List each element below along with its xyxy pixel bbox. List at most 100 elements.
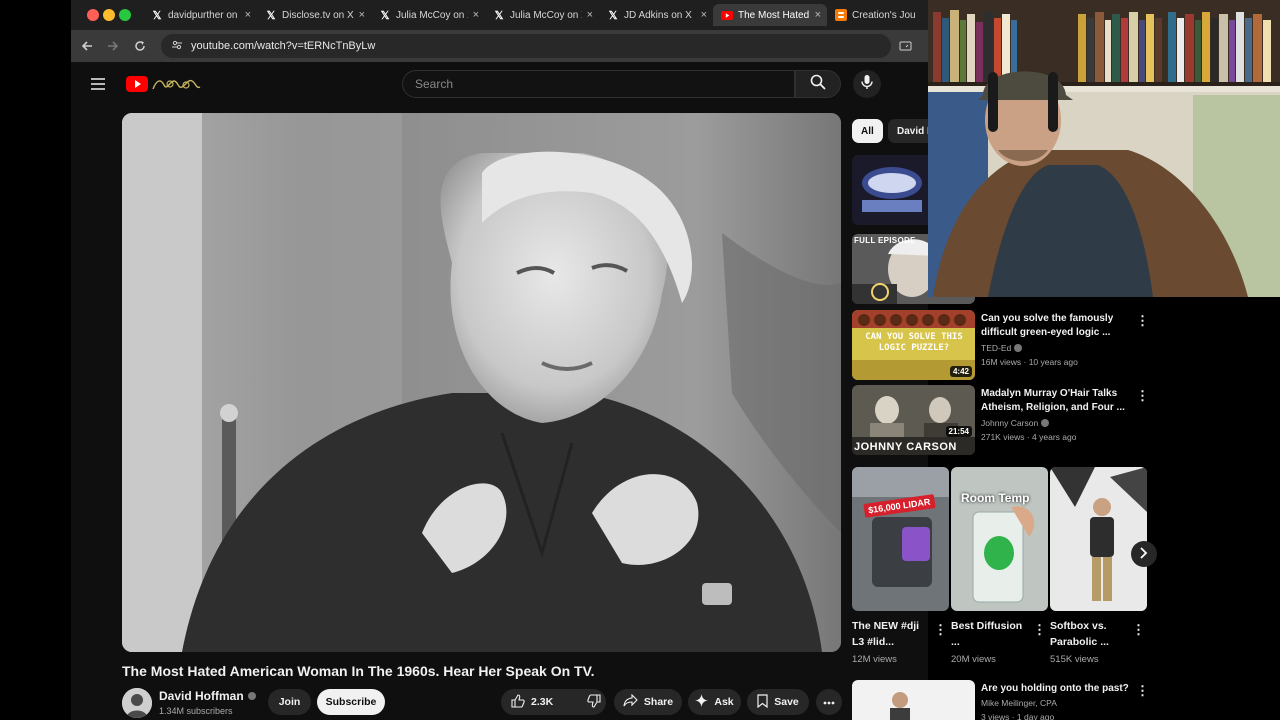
close-tab-icon[interactable]: × bbox=[245, 9, 251, 21]
short-title[interactable]: Best Diffusion ... bbox=[951, 618, 1029, 650]
recommendation-channel[interactable]: TED-Ed bbox=[981, 343, 1023, 353]
microphone-icon bbox=[861, 74, 873, 95]
short-item[interactable]: Softbox vs. Parabolic ... 515K views ⋮ bbox=[1050, 467, 1147, 672]
save-button[interactable]: Save bbox=[747, 689, 809, 715]
close-window-button[interactable] bbox=[87, 9, 99, 21]
close-tab-icon[interactable]: × bbox=[473, 9, 479, 21]
subscriber-count: 1.34M subscribers bbox=[159, 706, 233, 716]
more-options-icon[interactable]: ⋮ bbox=[934, 622, 947, 638]
browser-tab[interactable]: 𝕏 Julia McCoy on X × bbox=[485, 4, 599, 26]
more-options-icon[interactable]: ⋮ bbox=[1132, 622, 1145, 638]
search-input[interactable]: Search bbox=[402, 70, 795, 98]
search-button[interactable] bbox=[795, 70, 841, 98]
recommendation-item[interactable]: CAN YOU SOLVE THIS LOGIC PUZZLE? 4:42 Ca… bbox=[852, 310, 1162, 380]
more-options-icon[interactable]: ⋮ bbox=[1136, 312, 1149, 330]
url-text: youtube.com/watch?v=tERNcTnByLw bbox=[191, 40, 376, 52]
channel-avatar[interactable] bbox=[122, 688, 152, 718]
more-options-icon[interactable]: ⋮ bbox=[1033, 622, 1046, 638]
x-logo-icon: 𝕏 bbox=[608, 9, 618, 22]
minimize-window-button[interactable] bbox=[103, 9, 115, 21]
browser-tab[interactable]: Creation's Jou bbox=[827, 4, 928, 26]
recommendation-title[interactable]: Can you solve the famously difficult gre… bbox=[981, 312, 1129, 340]
short-thumbnail[interactable]: $16,000 LIDAR bbox=[852, 467, 949, 611]
recommendation-meta: 3 views · 1 day ago bbox=[981, 712, 1055, 720]
recommendation-title[interactable]: Madalyn Murray O'Hair Talks Atheism, Rel… bbox=[981, 387, 1129, 415]
recommendation-title[interactable]: Are you holding onto the past? bbox=[981, 682, 1129, 696]
more-actions-button[interactable] bbox=[816, 689, 842, 715]
recommendation-channel[interactable]: Johnny Carson bbox=[981, 418, 1050, 428]
short-thumbnail[interactable] bbox=[1050, 467, 1147, 611]
subscribe-button[interactable]: Subscribe bbox=[317, 689, 385, 715]
video-thumbnail[interactable]: JOHNNY CARSON 21:54 bbox=[852, 385, 975, 455]
short-title[interactable]: The NEW #dji L3 #lid... bbox=[852, 618, 930, 650]
like-button[interactable]: 2.3K bbox=[511, 693, 554, 711]
shorts-next-button[interactable] bbox=[1131, 541, 1157, 567]
short-views: 20M views bbox=[951, 654, 996, 665]
sparkle-icon bbox=[695, 694, 709, 710]
share-icon bbox=[623, 693, 638, 710]
x-logo-icon: 𝕏 bbox=[152, 9, 162, 22]
screen: 𝕏 davidpurther on X × 𝕏 Disclose.tv on X… bbox=[0, 0, 1280, 720]
video-duration: 21:54 bbox=[945, 426, 972, 437]
tab-bar: 𝕏 davidpurther on X × 𝕏 Disclose.tv on X… bbox=[71, 0, 928, 30]
close-tab-icon[interactable]: × bbox=[359, 9, 365, 21]
cast-icon[interactable] bbox=[897, 38, 913, 54]
browser-tab[interactable]: 𝕏 JD Adkins on X × bbox=[599, 4, 713, 26]
short-thumbnail[interactable]: Room Temp bbox=[951, 467, 1048, 611]
thumbnail-label: JOHNNY CARSON bbox=[854, 441, 957, 453]
video-thumbnail[interactable]: CAN YOU SOLVE THIS LOGIC PUZZLE? 4:42 bbox=[852, 310, 975, 380]
short-title[interactable]: Softbox vs. Parabolic ... bbox=[1050, 618, 1128, 650]
browser-tab[interactable]: 𝕏 Julia McCoy on X × bbox=[371, 4, 485, 26]
video-duration: 4:42 bbox=[949, 366, 972, 377]
like-count: 2.3K bbox=[531, 696, 554, 708]
video-player[interactable] bbox=[122, 113, 841, 652]
browser-tab-active[interactable]: The Most Hated × bbox=[713, 4, 827, 26]
join-button[interactable]: Join bbox=[268, 689, 311, 715]
thumbs-up-icon bbox=[511, 693, 525, 711]
more-options-icon[interactable]: ⋮ bbox=[1136, 387, 1149, 405]
more-horizontal-icon bbox=[823, 696, 835, 708]
verified-badge-icon bbox=[1014, 344, 1023, 352]
x-logo-icon: 𝕏 bbox=[266, 9, 276, 22]
blogger-logo-icon bbox=[835, 9, 847, 21]
short-views: 515K views bbox=[1050, 654, 1099, 665]
close-tab-icon[interactable]: × bbox=[701, 9, 707, 21]
recommendation-item[interactable]: Are you holding onto the past? Mike Meil… bbox=[852, 680, 1162, 720]
reload-icon[interactable] bbox=[132, 38, 148, 54]
close-tab-icon[interactable]: × bbox=[587, 9, 593, 21]
short-views: 12M views bbox=[852, 654, 897, 665]
chip-all[interactable]: All bbox=[852, 119, 883, 143]
close-tab-icon[interactable]: × bbox=[815, 9, 821, 21]
browser-tab[interactable]: 𝕏 davidpurther on X × bbox=[143, 4, 257, 26]
share-button[interactable]: Share bbox=[614, 689, 682, 715]
thumbnail-label: Room Temp bbox=[961, 491, 1030, 505]
url-field[interactable]: youtube.com/watch?v=tERNcTnByLw bbox=[161, 34, 891, 58]
short-item[interactable]: Room Temp Best Diffusion ... 20M views ⋮ bbox=[951, 467, 1048, 672]
search-icon bbox=[810, 74, 826, 95]
address-bar: youtube.com/watch?v=tERNcTnByLw bbox=[71, 30, 928, 62]
webcam-overlay bbox=[928, 0, 1280, 297]
forward-arrow-icon[interactable] bbox=[105, 38, 121, 54]
video-owner-row: David Hoffman 1.34M subscribers Join Sub… bbox=[122, 686, 842, 720]
dark-margin bbox=[1162, 297, 1280, 720]
ask-button[interactable]: Ask bbox=[688, 689, 741, 715]
video-thumbnail[interactable] bbox=[852, 680, 975, 720]
bookmark-icon bbox=[757, 693, 768, 711]
back-arrow-icon[interactable] bbox=[79, 38, 95, 54]
youtube-logo-icon[interactable] bbox=[126, 75, 202, 98]
browser-tab[interactable]: 𝕏 Disclose.tv on X × bbox=[257, 4, 371, 26]
menu-icon[interactable] bbox=[91, 77, 105, 95]
recommendation-meta: 16M views · 10 years ago bbox=[981, 357, 1078, 367]
dislike-button[interactable] bbox=[587, 693, 601, 711]
recommendation-item[interactable]: JOHNNY CARSON 21:54 Madalyn Murray O'Hai… bbox=[852, 385, 1162, 455]
site-info-icon[interactable] bbox=[171, 39, 183, 54]
recommendation-channel[interactable]: Mike Meilinger, CPA bbox=[981, 698, 1057, 708]
more-options-icon[interactable]: ⋮ bbox=[1136, 682, 1149, 700]
video-frame bbox=[122, 113, 841, 652]
voice-search-button[interactable] bbox=[853, 70, 881, 98]
zoom-window-button[interactable] bbox=[119, 9, 131, 21]
thumbs-down-icon bbox=[587, 693, 601, 711]
channel-name[interactable]: David Hoffman bbox=[159, 689, 256, 703]
browser-window: 𝕏 davidpurther on X × 𝕏 Disclose.tv on X… bbox=[71, 0, 928, 720]
short-item[interactable]: $16,000 LIDAR The NEW #dji L3 #lid... 12… bbox=[852, 467, 949, 672]
